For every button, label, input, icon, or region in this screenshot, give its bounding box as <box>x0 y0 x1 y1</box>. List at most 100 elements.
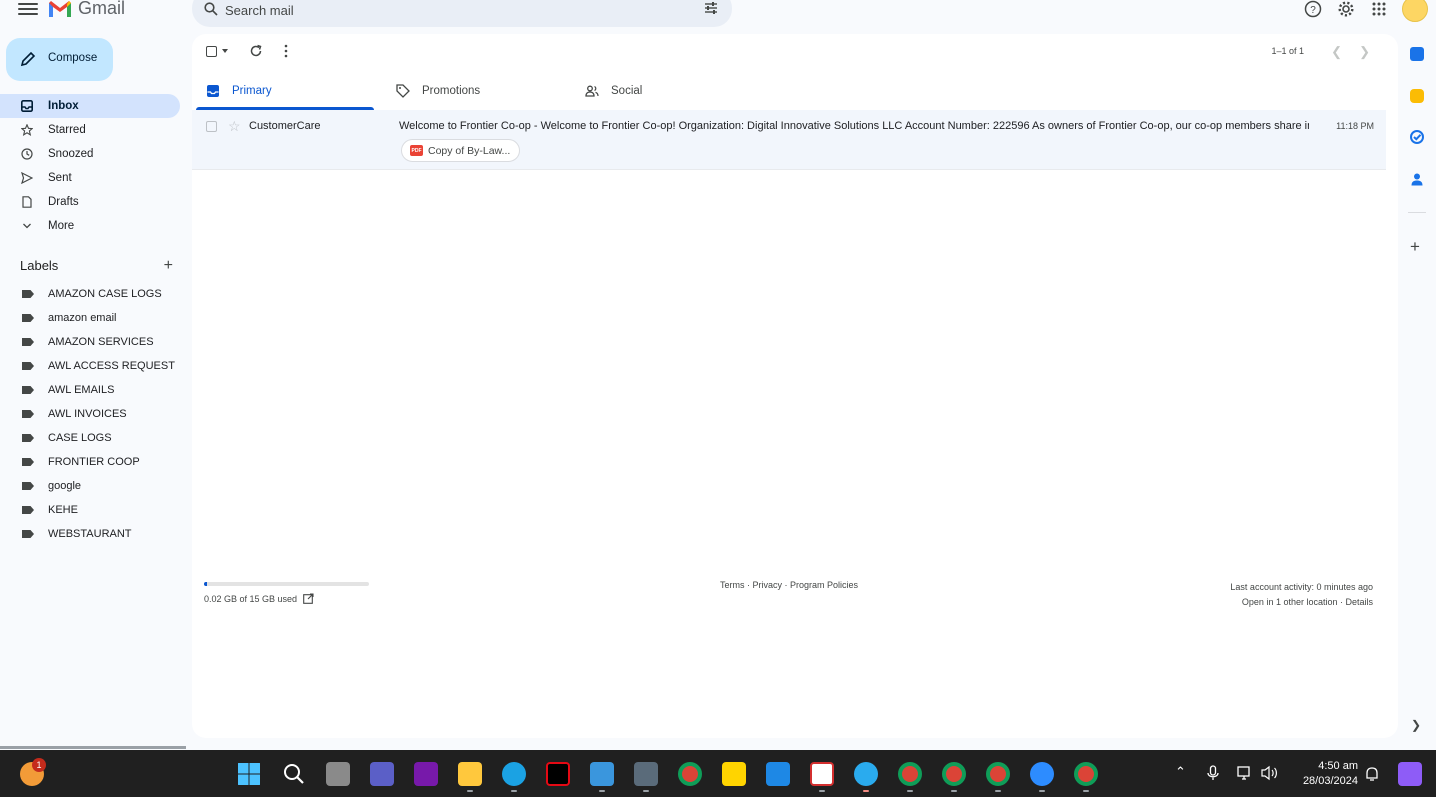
tag-icon <box>396 84 410 98</box>
label-text: FRONTIER COOP <box>48 456 140 468</box>
chrome-profile-icon[interactable] <box>898 762 922 786</box>
row-checkbox[interactable] <box>206 121 217 132</box>
star-icon[interactable]: ☆ <box>228 118 241 135</box>
label-item[interactable]: FRONTIER COOP <box>0 450 180 474</box>
keep-icon[interactable] <box>1410 89 1424 103</box>
nav-item-starred[interactable]: Starred <box>0 118 180 142</box>
other-location-link[interactable]: Open in 1 other location · Details <box>1230 595 1373 610</box>
horizontal-scrollbar[interactable] <box>0 746 186 749</box>
settings-gear-icon[interactable] <box>1337 0 1355 18</box>
more-vert-icon[interactable] <box>284 44 288 58</box>
attachment-chip[interactable]: PDF Copy of By-Law... <box>401 139 521 162</box>
open-external-icon[interactable] <box>303 593 314 604</box>
nav-label: Drafts <box>48 196 79 208</box>
gmail-m-icon <box>49 0 71 17</box>
email-row[interactable]: ☆ CustomerCare Welcome to Frontier Co-op… <box>192 110 1386 170</box>
windows-start-icon[interactable] <box>237 762 261 786</box>
chrome-profile-icon[interactable] <box>986 762 1010 786</box>
chevron-right-icon[interactable]: ❯ <box>1359 44 1370 60</box>
tab-primary[interactable]: Primary <box>206 72 272 110</box>
zoom-icon[interactable] <box>1030 762 1054 786</box>
microphone-icon[interactable] <box>1207 765 1219 781</box>
system-clock[interactable]: 4:50 am 28/03/2024 <box>1303 759 1358 789</box>
add-addon-icon[interactable]: + <box>1410 237 1420 257</box>
send-icon <box>21 172 33 184</box>
chevron-left-icon[interactable]: ❮ <box>1331 44 1342 60</box>
task-view-icon[interactable] <box>326 762 350 786</box>
edge-browser-icon[interactable] <box>502 762 526 786</box>
copilot-icon[interactable] <box>1398 762 1422 786</box>
taskbar-search-icon[interactable] <box>282 762 306 786</box>
select-all-checkbox[interactable] <box>206 46 217 57</box>
search-icon[interactable] <box>204 2 218 16</box>
label-icon <box>22 386 34 394</box>
inbox-icon <box>207 85 219 97</box>
nav-item-sent[interactable]: Sent <box>0 166 180 190</box>
label-item[interactable]: AWL ACCESS REQUEST <box>0 354 180 378</box>
chrome-icon[interactable] <box>678 762 702 786</box>
label-text: KEHE <box>48 504 78 516</box>
notepad-icon[interactable] <box>590 762 614 786</box>
labels-heading: Labels + <box>20 257 175 275</box>
teams-icon[interactable] <box>370 762 394 786</box>
refresh-icon[interactable] <box>249 44 263 58</box>
tasks-icon[interactable] <box>1410 130 1424 144</box>
snipping-tool-icon[interactable] <box>810 762 834 786</box>
search-options-icon[interactable] <box>703 0 719 16</box>
tab-social[interactable]: Social <box>585 72 642 110</box>
main-menu-button[interactable] <box>18 0 38 18</box>
inbox-icon <box>21 100 33 112</box>
telegram-icon[interactable] <box>854 762 878 786</box>
tab-label: Primary <box>232 85 272 97</box>
calendar-icon[interactable] <box>1410 47 1424 61</box>
chevron-down-icon <box>23 223 31 229</box>
running-indicator <box>467 790 473 792</box>
chevron-right-icon[interactable]: ❯ <box>1411 718 1421 732</box>
network-icon[interactable] <box>1237 765 1253 781</box>
label-text: AWL EMAILS <box>48 384 115 396</box>
running-indicator <box>643 790 649 792</box>
label-item[interactable]: AWL INVOICES <box>0 402 180 426</box>
label-item[interactable]: AMAZON SERVICES <box>0 330 180 354</box>
label-item[interactable]: CASE LOGS <box>0 426 180 450</box>
contacts-icon[interactable] <box>1410 172 1424 186</box>
label-item[interactable]: amazon email <box>0 306 180 330</box>
help-icon[interactable]: ? <box>1304 0 1322 18</box>
remote-desktop-icon[interactable] <box>766 762 790 786</box>
calculator-icon[interactable] <box>634 762 658 786</box>
nav-label: Inbox <box>48 100 79 112</box>
label-item[interactable]: KEHE <box>0 498 180 522</box>
label-icon <box>22 290 34 298</box>
label-item[interactable]: WEBSTAURANT <box>0 522 180 546</box>
account-avatar[interactable] <box>1402 0 1428 22</box>
show-hidden-icons-icon[interactable]: ⌃ <box>1175 764 1186 780</box>
chrome-profile-icon[interactable] <box>1074 762 1098 786</box>
search-input[interactable] <box>225 0 665 20</box>
label-item[interactable]: AMAZON CASE LOGS <box>0 282 180 306</box>
add-label-icon[interactable]: + <box>164 257 173 275</box>
nav-item-drafts[interactable]: Drafts <box>0 190 180 214</box>
compose-button[interactable]: Compose <box>6 38 113 81</box>
select-dropdown-icon[interactable] <box>222 49 228 53</box>
gmail-logo[interactable]: Gmail <box>48 0 125 19</box>
sticky-notes-icon[interactable] <box>722 762 746 786</box>
file-explorer-icon[interactable] <box>458 762 482 786</box>
running-indicator <box>863 790 869 792</box>
netflix-icon[interactable] <box>546 762 570 786</box>
search-bar[interactable] <box>192 0 732 27</box>
apps-grid-icon[interactable] <box>1370 0 1388 18</box>
onenote-icon[interactable] <box>414 762 438 786</box>
chrome-profile-icon[interactable] <box>942 762 966 786</box>
nav-label: Snoozed <box>48 148 94 160</box>
label-item[interactable]: AWL EMAILS <box>0 378 180 402</box>
label-text: CASE LOGS <box>48 432 112 444</box>
email-time: 11:18 PM <box>1336 121 1374 131</box>
nav-item-snoozed[interactable]: Snoozed <box>0 142 180 166</box>
notification-bell-icon[interactable] <box>1365 766 1379 782</box>
volume-icon[interactable] <box>1261 765 1279 781</box>
nav-item-inbox[interactable]: Inbox <box>0 94 180 118</box>
nav-item-more[interactable]: More <box>0 214 180 238</box>
label-item[interactable]: google <box>0 474 180 498</box>
tab-promotions[interactable]: Promotions <box>396 72 480 110</box>
policy-links[interactable]: Terms · Privacy · Program Policies <box>720 580 858 590</box>
